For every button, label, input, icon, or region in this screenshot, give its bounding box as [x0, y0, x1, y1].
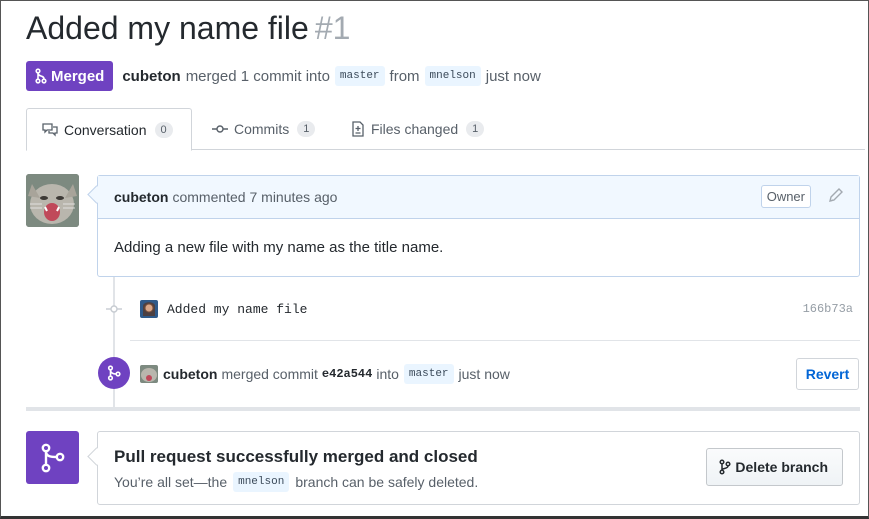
commit-message-link[interactable]: Added my name file — [167, 302, 307, 317]
from-text: from — [389, 67, 420, 85]
merge-actor-avatar[interactable] — [140, 365, 158, 383]
revert-button[interactable]: Revert — [796, 358, 859, 390]
deletable-branch[interactable]: mnelson — [233, 472, 290, 492]
delete-branch-label: Delete branch — [735, 459, 828, 475]
pr-author-link[interactable]: cubeton — [122, 68, 180, 85]
file-diff-icon — [352, 121, 364, 137]
tab-commits[interactable]: Commits 1 — [212, 108, 316, 150]
tab-conversation[interactable]: Conversation 0 — [26, 108, 192, 151]
commit-author-avatar[interactable] — [140, 300, 158, 318]
comment-meta[interactable]: commented 7 minutes ago — [172, 189, 337, 205]
state-label: Merged — [51, 67, 105, 85]
git-merge-icon — [35, 68, 47, 84]
tab-files-changed[interactable]: Files changed 1 — [351, 108, 485, 150]
merge-event-time: just now — [458, 366, 510, 382]
git-commit-icon — [212, 125, 228, 133]
merge-event-text: merged commit — [221, 366, 318, 382]
commit-item: Added my name file 166b73a — [104, 297, 859, 321]
delete-branch-button[interactable]: Delete branch — [706, 448, 843, 486]
merge-status-subtitle: You’re all set—the mnelson branch can be… — [114, 472, 478, 492]
pr-number: #1 — [314, 10, 351, 46]
pr-meta: Merged cubeton merged 1 commit into mast… — [26, 60, 541, 92]
merge-status-prefix: You’re all set—the — [114, 474, 228, 490]
timeline-end-divider — [26, 407, 860, 411]
comment-body: Adding a new file with my name as the ti… — [114, 239, 444, 256]
comment-discussion-icon — [42, 122, 58, 137]
merge-status-suffix: branch can be safely deleted. — [295, 474, 479, 490]
merge-actor-link[interactable]: cubeton — [163, 366, 217, 382]
merged-state-badge: Merged — [26, 61, 114, 91]
git-branch-icon — [719, 459, 731, 475]
pr-title-text: Added my name file — [26, 10, 309, 46]
merge-event-badge — [98, 357, 130, 389]
pr-time: just now — [485, 67, 541, 85]
tab-counter: 1 — [297, 121, 316, 137]
tab-counter: 1 — [466, 121, 485, 137]
merge-commit-sha-link[interactable]: e42a544 — [322, 367, 372, 381]
git-merge-icon — [41, 443, 64, 472]
merge-status-box: Pull request successfully merged and clo… — [97, 431, 860, 505]
head-branch[interactable]: mnelson — [424, 66, 481, 86]
tab-label: Files changed — [371, 121, 459, 137]
tab-counter: 0 — [154, 121, 173, 138]
merge-event: cubeton merged commit e42a544 into maste… — [140, 360, 510, 388]
pr-tabs: Conversation 0 Commits 1 Files changed 1 — [26, 108, 865, 151]
tab-label: Conversation — [64, 121, 147, 138]
cat-avatar-image — [26, 174, 79, 227]
merge-target-branch[interactable]: master — [403, 364, 454, 384]
avatar[interactable] — [26, 174, 79, 227]
merge-status-title: Pull request successfully merged and clo… — [114, 447, 478, 466]
commit-sha-link[interactable]: 166b73a — [803, 302, 853, 316]
owner-badge: Owner — [760, 185, 811, 208]
git-commit-icon — [106, 305, 122, 313]
comment-header: cubeton commented 7 minutes ago Owner — [98, 176, 859, 219]
comment-author-link[interactable]: cubeton — [114, 189, 168, 205]
merged-status-badge — [26, 431, 79, 484]
comment-box: cubeton commented 7 minutes ago Owner Ad… — [97, 175, 860, 277]
merge-text: merged 1 commit into — [185, 67, 330, 85]
pr-title: Added my name file #1 — [26, 10, 350, 47]
pencil-icon[interactable] — [827, 188, 843, 204]
into-text: into — [376, 366, 399, 382]
tab-label: Commits — [234, 121, 290, 137]
git-merge-icon — [107, 365, 121, 381]
base-branch[interactable]: master — [334, 66, 385, 86]
timeline-divider — [130, 340, 860, 341]
